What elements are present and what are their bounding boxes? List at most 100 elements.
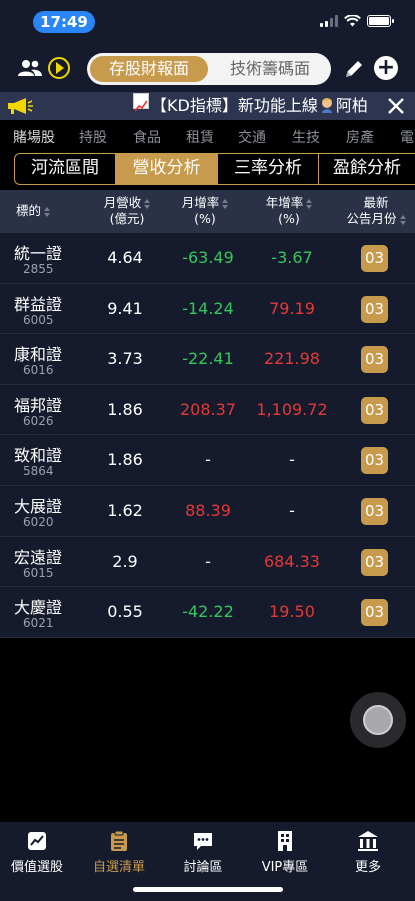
mom-change: -22.41 bbox=[182, 349, 234, 369]
table-row[interactable]: 統一證 2855 4.64 -63.49 -3.67 03 bbox=[0, 233, 415, 284]
people-icon[interactable] bbox=[18, 58, 42, 78]
stock-name: 大慶證 bbox=[14, 598, 63, 618]
category-item[interactable]: 賭場股 bbox=[13, 127, 55, 147]
monthly-revenue: 0.55 bbox=[107, 602, 143, 622]
status-icons bbox=[320, 15, 394, 27]
monthly-revenue: 9.41 bbox=[107, 298, 143, 318]
category-item[interactable]: 交通 bbox=[238, 127, 266, 147]
stock-name: 大展證 bbox=[14, 496, 63, 516]
building-icon bbox=[278, 831, 292, 851]
table-header: 標的 月營收 (億元) 月增率 (%) 年增率 (%) 最新 公告月份 bbox=[0, 190, 415, 233]
nav-more[interactable]: 更多 bbox=[328, 830, 408, 875]
stock-name: 致和證 bbox=[14, 446, 63, 466]
home-indicator[interactable] bbox=[133, 887, 283, 892]
tab-revenue-analysis[interactable]: 營收分析 bbox=[116, 154, 218, 184]
nav-label: 自選清單 bbox=[92, 860, 145, 875]
view-segment-control: 存股財報面 技術籌碼面 bbox=[87, 53, 331, 85]
play-icon[interactable] bbox=[48, 57, 70, 79]
table-row[interactable]: 大展證 6020 1.62 88.39 - 03 bbox=[0, 486, 415, 537]
chat-icon bbox=[194, 833, 212, 850]
tab-earnings-analysis[interactable]: 盈餘分析 bbox=[319, 154, 415, 184]
stock-name: 康和證 bbox=[14, 345, 63, 365]
nav-watchlist[interactable]: 自選清單 bbox=[79, 830, 159, 875]
table-row[interactable]: 福邦證 6026 1.86 208.37 1,109.72 03 bbox=[0, 385, 415, 436]
latest-month-badge: 03 bbox=[361, 548, 388, 576]
add-icon[interactable]: + bbox=[374, 56, 398, 80]
person-emoji-icon bbox=[320, 94, 334, 113]
table-row[interactable]: 康和證 6016 3.73 -22.41 221.98 03 bbox=[0, 334, 415, 385]
assistive-touch-button[interactable] bbox=[350, 692, 406, 748]
nav-vip[interactable]: VIP專區 bbox=[245, 830, 325, 875]
top-navigation: 存股財報面 技術籌碼面 + bbox=[0, 44, 415, 92]
yoy-change: 1,109.72 bbox=[256, 399, 328, 419]
header-mom[interactable]: 月增率 (%) bbox=[174, 195, 236, 227]
stock-name: 福邦證 bbox=[14, 395, 63, 415]
category-item[interactable]: 租賃 bbox=[186, 127, 214, 147]
mom-change: 208.37 bbox=[180, 399, 236, 419]
sort-icon bbox=[222, 198, 229, 209]
yoy-change: - bbox=[289, 500, 295, 520]
stock-name: 統一證 bbox=[14, 244, 63, 263]
table-row[interactable]: 群益證 6005 9.41 -14.24 79.19 03 bbox=[0, 284, 415, 335]
clipboard-icon bbox=[111, 830, 127, 851]
stock-code: 6015 bbox=[23, 565, 54, 580]
nav-label: 更多 bbox=[354, 860, 381, 875]
latest-month-badge: 03 bbox=[361, 346, 388, 374]
latest-month-badge: 03 bbox=[361, 599, 388, 627]
header-revenue[interactable]: 月營收 (億元) bbox=[96, 195, 158, 227]
header-stock[interactable]: 標的 bbox=[16, 203, 51, 219]
table-row[interactable]: 大慶證 6021 0.55 -42.22 19.50 03 bbox=[0, 587, 415, 638]
category-item[interactable]: 持股 bbox=[79, 127, 107, 147]
monthly-revenue: 1.86 bbox=[107, 450, 143, 470]
tab-river-range[interactable]: 河流區間 bbox=[15, 154, 116, 184]
nav-label: VIP專區 bbox=[261, 860, 309, 875]
table-row[interactable]: 致和證 5864 1.86 - - 03 bbox=[0, 435, 415, 486]
category-item[interactable]: 生技 bbox=[292, 127, 320, 147]
category-item[interactable]: 房產 bbox=[346, 127, 374, 147]
latest-month-badge: 03 bbox=[361, 447, 388, 475]
yoy-change: 19.50 bbox=[269, 602, 315, 622]
mom-change: 88.39 bbox=[185, 500, 231, 520]
stock-code: 6020 bbox=[23, 514, 54, 529]
cellular-signal-icon bbox=[320, 15, 338, 27]
segment-technicals[interactable]: 技術籌碼面 bbox=[211, 56, 329, 82]
nav-value-picks[interactable]: 價值選股 bbox=[0, 830, 77, 875]
segment-fundamentals[interactable]: 存股財報面 bbox=[90, 56, 208, 82]
category-item[interactable]: 電 bbox=[400, 127, 414, 147]
table-row[interactable]: 宏遠證 6015 2.9 - 684.33 03 bbox=[0, 537, 415, 588]
mom-change: - bbox=[205, 551, 211, 571]
announcement-headline: 【KD指標】新功能上線 bbox=[151, 96, 318, 115]
latest-month-badge: 03 bbox=[361, 245, 388, 272]
yoy-change: -3.67 bbox=[271, 248, 313, 267]
stock-code: 6005 bbox=[23, 312, 54, 327]
stock-code: 6026 bbox=[23, 413, 54, 428]
mom-change: -63.49 bbox=[182, 248, 234, 267]
sort-icon bbox=[306, 198, 313, 209]
chart-up-icon bbox=[28, 832, 46, 850]
monthly-revenue: 1.62 bbox=[107, 500, 143, 520]
header-yoy[interactable]: 年增率 (%) bbox=[258, 195, 320, 227]
latest-month-badge: 03 bbox=[361, 497, 388, 525]
mom-change: -42.22 bbox=[182, 602, 234, 622]
bank-icon bbox=[358, 831, 378, 851]
tab-margin-analysis[interactable]: 三率分析 bbox=[218, 154, 319, 184]
category-strip: 賭場股 持股 食品 租賃 交通 生技 房產 電 bbox=[0, 120, 415, 152]
announcement-text[interactable]: 【KD指標】新功能上線 阿柏 bbox=[133, 92, 383, 120]
monthly-revenue: 1.86 bbox=[107, 399, 143, 419]
status-time: 17:49 bbox=[33, 11, 95, 33]
yoy-change: 684.33 bbox=[264, 551, 320, 571]
monthly-revenue: 3.73 bbox=[107, 349, 143, 369]
latest-month-badge: 03 bbox=[361, 295, 388, 323]
announcement-bar[interactable]: 【KD指標】新功能上線 阿柏 bbox=[0, 92, 415, 120]
header-latest-month[interactable]: 最新 公告月份 bbox=[340, 195, 412, 227]
sort-icon bbox=[399, 214, 406, 225]
category-item[interactable]: 食品 bbox=[133, 127, 161, 147]
sort-icon bbox=[44, 206, 51, 217]
nav-label: 價值選股 bbox=[10, 860, 63, 875]
stock-table: 統一證 2855 4.64 -63.49 -3.67 03 群益證 6005 9… bbox=[0, 233, 415, 638]
pencil-icon[interactable] bbox=[343, 58, 365, 80]
stock-name: 宏遠證 bbox=[14, 547, 63, 567]
close-icon[interactable] bbox=[387, 97, 405, 115]
megaphone-icon bbox=[8, 98, 33, 114]
nav-forum[interactable]: 討論區 bbox=[163, 830, 243, 875]
